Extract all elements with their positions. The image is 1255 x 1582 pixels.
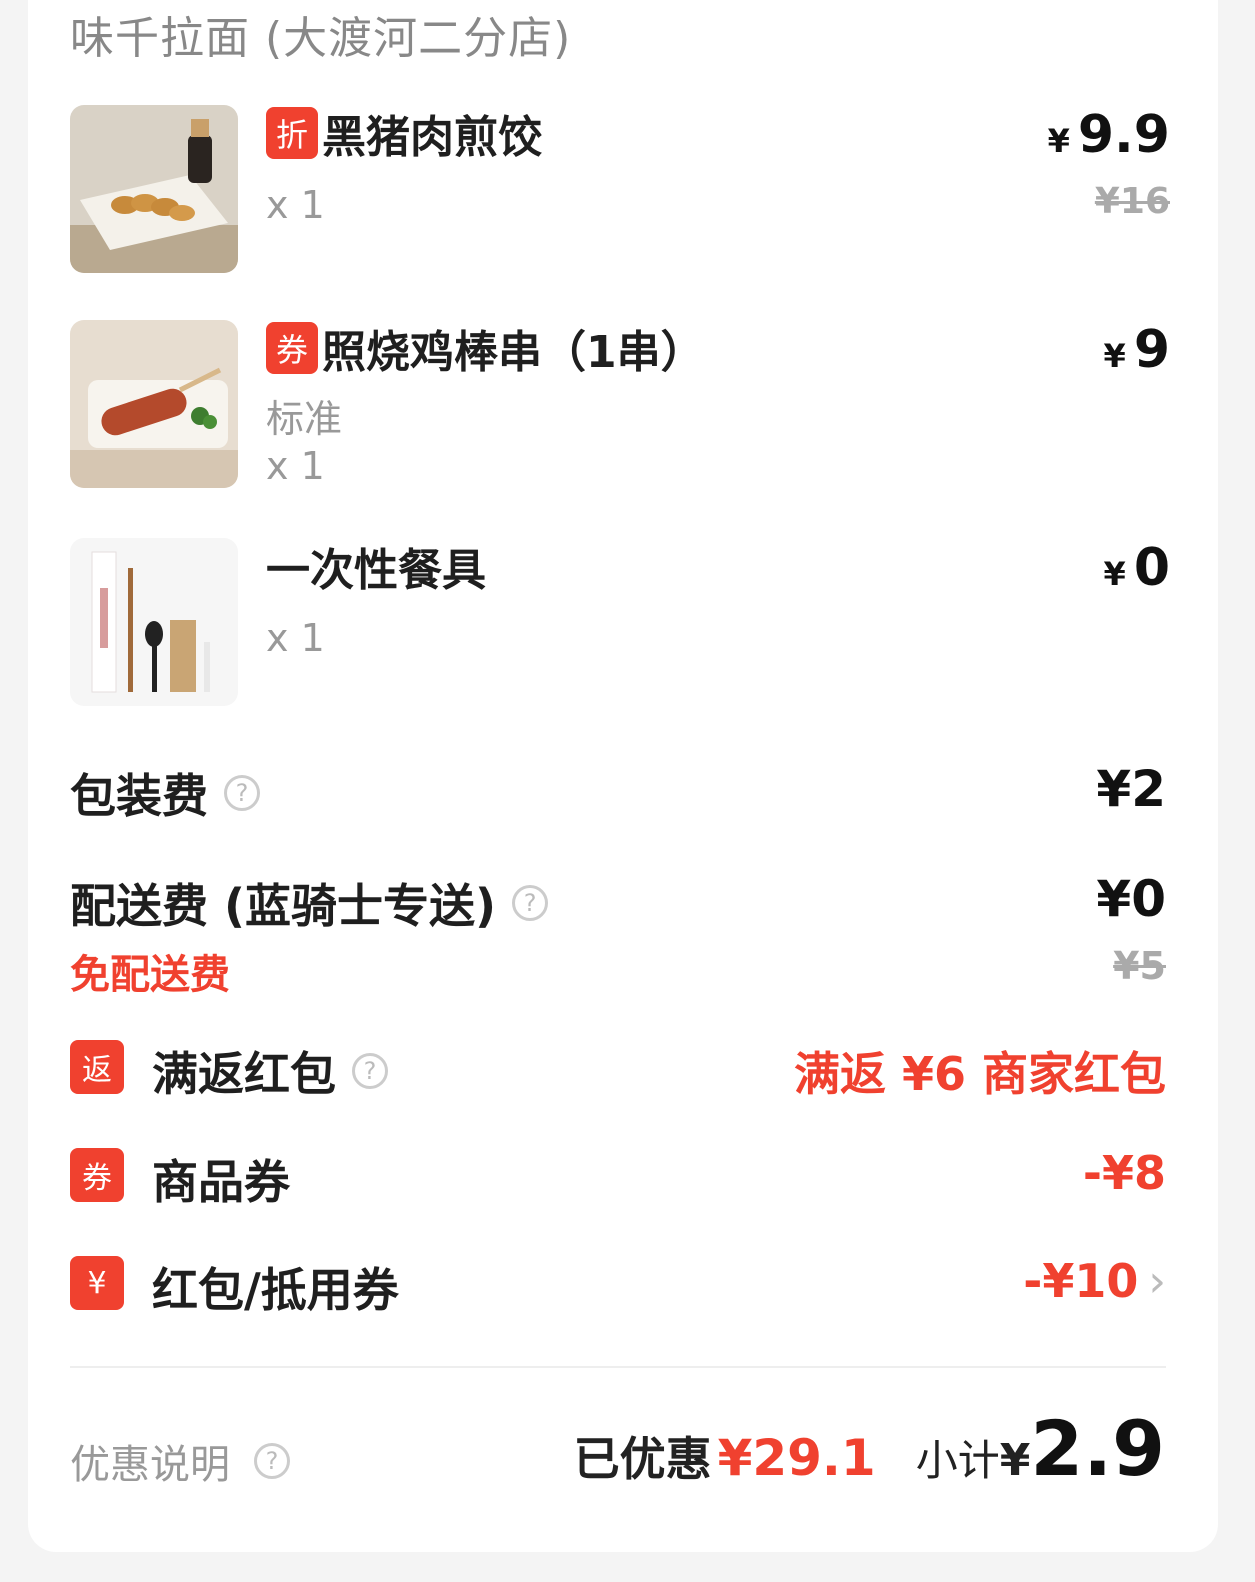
packaging-fee-value: ¥2 <box>1096 760 1166 818</box>
item-price: ¥0 <box>1104 538 1170 598</box>
item-name: 照烧鸡棒串（1串） <box>322 327 705 378</box>
item-quantity: x 1 <box>266 616 325 660</box>
price-currency: ¥ <box>1103 337 1126 375</box>
delivery-fee-text: 配送费 (蓝骑士专送) <box>70 879 497 933</box>
red-packet-label-text: 红包/抵用券 <box>152 1263 399 1317</box>
store-name[interactable]: 味千拉面 (大渡河二分店) <box>70 2 571 66</box>
item-image-chicken-skewer <box>70 320 238 488</box>
packaging-fee-label: 包装费 ? <box>70 760 260 826</box>
saved-label: 已优惠 <box>573 1432 712 1486</box>
price-currency: ¥ <box>1047 122 1070 160</box>
price-value: 0 <box>1133 538 1170 598</box>
item-quantity: x 1 <box>266 183 325 227</box>
order-item[interactable]: 券 照烧鸡棒串（1串） 标准 x 1 ¥9 <box>70 320 1170 490</box>
item-quantity: x 1 <box>266 444 325 488</box>
delivery-fee-label: 配送费 (蓝骑士专送) ? <box>70 870 549 936</box>
order-item[interactable]: 折 黑猪肉煎饺 x 1 ¥9.9 ¥16 <box>70 105 1170 275</box>
cashback-icon: 返 <box>70 1040 124 1094</box>
item-original-price: ¥16 <box>1094 181 1170 222</box>
item-title-row: 一次性餐具 <box>266 538 486 596</box>
product-coupon-label-text: 商品券 <box>152 1155 290 1209</box>
delivery-fee-value: ¥0 <box>1096 870 1166 928</box>
item-price: ¥9.9 <box>1048 105 1170 165</box>
divider <box>70 1366 1166 1368</box>
item-title-row: 折 黑猪肉煎饺 <box>266 105 542 163</box>
item-image-dumplings <box>70 105 238 273</box>
discount-tag: 折 <box>266 107 318 159</box>
packaging-fee-text: 包装费 <box>70 769 208 823</box>
chevron-right-icon[interactable]: › <box>1148 1256 1166 1307</box>
product-coupon-value: -¥8 <box>1082 1146 1166 1200</box>
red-packet-value: -¥10 › <box>1023 1254 1166 1308</box>
red-packet-label: 红包/抵用券 <box>152 1254 399 1320</box>
product-coupon-label: 商品券 <box>152 1146 290 1212</box>
cashback-label-text: 满返红包 <box>152 1047 336 1101</box>
subtotal-label: 小计 <box>915 1436 1000 1485</box>
order-totals: 已优惠 ¥29.1 小计 ¥ 2.9 <box>574 1404 1165 1493</box>
delivery-fee-row: 配送费 (蓝骑士专送) ? ¥0 <box>70 870 1166 933</box>
item-name: 黑猪肉煎饺 <box>322 112 542 163</box>
price-currency: ¥ <box>1103 555 1126 593</box>
item-spec: 标准 <box>266 397 343 441</box>
yen-icon: ¥ <box>70 1256 124 1310</box>
price-value: 9.9 <box>1077 105 1170 165</box>
coupon-tag: 券 <box>266 322 318 374</box>
item-price: ¥9 <box>1104 320 1170 380</box>
help-icon[interactable]: ? <box>224 775 260 811</box>
item-title-row: 券 照烧鸡棒串（1串） <box>266 320 705 378</box>
red-packet-row[interactable]: ¥ 红包/抵用券 -¥10 › <box>70 1254 1166 1317</box>
item-name: 一次性餐具 <box>266 545 486 596</box>
subtotal-value: 2.9 <box>1030 1404 1165 1493</box>
packaging-fee-row: 包装费 ? ¥2 <box>70 760 1166 823</box>
coupon-icon: 券 <box>70 1148 124 1202</box>
discount-explain[interactable]: 优惠说明 ? <box>70 1432 290 1490</box>
product-coupon-row[interactable]: 券 商品券 -¥8 <box>70 1146 1166 1209</box>
help-icon[interactable]: ? <box>352 1053 388 1089</box>
item-image-cutlery <box>70 538 238 706</box>
saved-value: ¥29.1 <box>717 1429 876 1487</box>
order-item[interactable]: 一次性餐具 x 1 ¥0 <box>70 538 1170 708</box>
delivery-original-fee: ¥5 <box>1113 944 1166 988</box>
help-icon[interactable]: ? <box>254 1443 290 1479</box>
subtotal-currency: ¥ <box>999 1435 1031 1486</box>
help-icon[interactable]: ? <box>512 885 549 921</box>
free-delivery-note: 免配送费 <box>70 952 230 998</box>
cashback-value: 满返 ¥6 商家红包 <box>793 1047 1166 1101</box>
red-packet-amount: -¥10 <box>1023 1254 1139 1308</box>
price-value: 9 <box>1133 320 1170 380</box>
discount-explain-label: 优惠说明 <box>70 1442 230 1488</box>
cashback-row[interactable]: 返 满返红包 ? 满返 ¥6 商家红包 <box>70 1038 1166 1101</box>
cashback-label: 满返红包 ? <box>152 1038 388 1104</box>
